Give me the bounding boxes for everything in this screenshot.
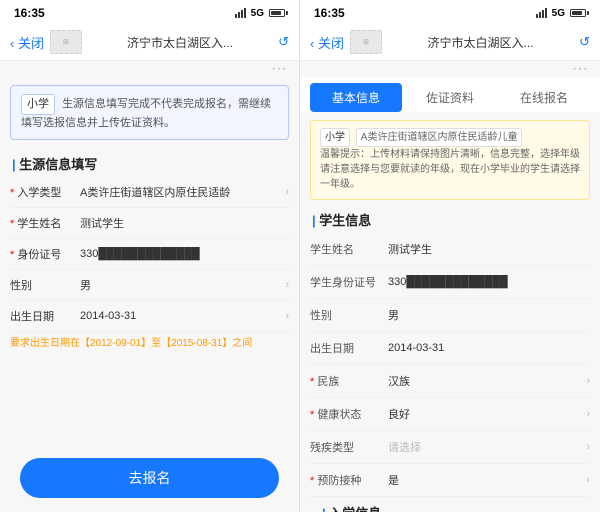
right-status-icons: 5G — [536, 8, 586, 19]
right-row-ethnicity[interactable]: 民族 汉族 › — [310, 365, 590, 398]
birthday-value: 2014-03-31 — [80, 310, 281, 322]
name-value: 测试学生 — [80, 215, 289, 231]
right-vaccine-label: 预防接种 — [310, 472, 388, 488]
entry-type-label: 入学类型 — [10, 184, 80, 200]
right-row-birthday: 出生日期 2014-03-31 — [310, 332, 590, 365]
right-ethnicity-value: 汉族 — [388, 373, 582, 389]
right-nav-bar: ‹ 关闭 ⊞ 济宁市太白湖区入... ↺ — [300, 24, 600, 61]
right-row-id: 学生身份证号 330█████████████ — [310, 266, 590, 299]
right-vaccine-value: 是 — [388, 472, 582, 488]
right-birthday-value: 2014-03-31 — [388, 342, 590, 354]
right-status-bar: 16:35 5G — [300, 0, 600, 24]
left-nav-thumb: ⊞ — [50, 30, 82, 54]
right-network-type: 5G — [552, 8, 565, 19]
tab-basic-info[interactable]: 基本信息 — [310, 83, 402, 112]
right-section-title2: 入学信息 — [310, 497, 590, 512]
form-row-gender[interactable]: 性别 男 › — [10, 270, 289, 301]
right-more-dots[interactable]: ··· — [300, 61, 600, 77]
date-hint: 要求出生日期在【2012-09-01】至【2015-08-31】之间 — [10, 332, 289, 355]
right-id-label: 学生身份证号 — [310, 274, 388, 290]
form-row-birthday[interactable]: 出生日期 2014-03-31 › — [10, 301, 289, 332]
right-row-name: 学生姓名 测试学生 — [310, 233, 590, 266]
left-panel: 16:35 5G ‹ 关闭 ⊞ 济宁市太白湖区入... ↺ ··· 小学 生源信… — [0, 0, 300, 512]
left-back-button[interactable]: ‹ 关闭 — [10, 33, 44, 52]
right-row-gender: 性别 男 — [310, 299, 590, 332]
network-type: 5G — [251, 8, 264, 19]
right-disability-arrow: › — [586, 441, 590, 453]
right-warning-box: 小学 A类许庄街道辖区内原住民适龄儿童 温馨提示：上传材料请保持图片清晰，信息完… — [310, 120, 590, 200]
right-battery-icon — [570, 9, 586, 17]
entry-type-value: A类许庄街道辖区内原住民适龄 — [80, 184, 281, 200]
left-status-bar: 16:35 5G — [0, 0, 299, 24]
right-disability-value: 请选择 — [388, 439, 582, 455]
birthday-label: 出生日期 — [10, 308, 80, 324]
right-ethnicity-arrow: › — [586, 375, 590, 387]
name-label: 学生姓名 — [10, 215, 80, 231]
right-school-type: A类许庄街道辖区内原住民适龄儿童 — [356, 128, 523, 147]
right-row-health[interactable]: 健康状态 良好 › — [310, 398, 590, 431]
left-status-icons: 5G — [235, 8, 285, 19]
left-alert-box: 小学 生源信息填写完成不代表完成报名，需继续填写选报信息并上传佐证资料。 — [10, 85, 289, 140]
right-form: 学生姓名 测试学生 学生身份证号 330█████████████ 性别 男 出… — [300, 233, 600, 512]
id-value: 330█████████████ — [80, 248, 289, 260]
right-disability-label: 残疾类型 — [310, 439, 388, 455]
right-nav-title: 济宁市太白湖区入... — [388, 34, 573, 51]
left-form: 入学类型 A类许庄街道辖区内原住民适龄 › 学生姓名 测试学生 身份证号 330… — [0, 177, 299, 448]
gender-arrow: › — [285, 279, 289, 291]
right-health-label: 健康状态 — [310, 406, 388, 422]
right-row-vaccine[interactable]: 预防接种 是 › — [310, 464, 590, 497]
gender-value: 男 — [80, 277, 281, 293]
form-row-id: 身份证号 330█████████████ — [10, 239, 289, 270]
left-alert-text: 生源信息填写完成不代表完成报名，需继续填写选报信息并上传佐证资料。 — [21, 98, 271, 129]
right-gender-value: 男 — [388, 307, 590, 323]
left-more-dots[interactable]: ··· — [0, 61, 299, 77]
left-refresh-button[interactable]: ↺ — [278, 34, 289, 50]
right-row-disability[interactable]: 残疾类型 请选择 › — [310, 431, 590, 464]
right-warning-text: 温馨提示：上传材料请保持图片清晰，信息完整，选择年级请注意选择与您要就读的年级，… — [320, 149, 580, 190]
entry-type-arrow: › — [285, 186, 289, 198]
register-button[interactable]: 去报名 — [20, 458, 279, 498]
tab-online-registration[interactable]: 在线报名 — [498, 83, 590, 112]
left-time: 16:35 — [14, 6, 45, 20]
gender-label: 性别 — [10, 277, 80, 293]
left-school-tag: 小学 — [21, 94, 55, 115]
right-gender-label: 性别 — [310, 307, 388, 323]
right-time: 16:35 — [314, 6, 345, 20]
right-name-value: 测试学生 — [388, 241, 590, 257]
right-ethnicity-label: 民族 — [310, 373, 388, 389]
form-row-entry-type[interactable]: 入学类型 A类许庄街道辖区内原住民适龄 › — [10, 177, 289, 208]
right-vaccine-arrow: › — [586, 474, 590, 486]
right-health-arrow: › — [586, 408, 590, 420]
right-nav-thumb: ⊞ — [350, 30, 382, 54]
form-row-name: 学生姓名 测试学生 — [10, 208, 289, 239]
left-nav-bar: ‹ 关闭 ⊞ 济宁市太白湖区入... ↺ — [0, 24, 299, 61]
tab-bar: 基本信息 佐证资料 在线报名 — [300, 77, 600, 112]
left-nav-title: 济宁市太白湖区入... — [88, 34, 272, 51]
tab-supporting-docs[interactable]: 佐证资料 — [404, 83, 496, 112]
right-school-tag: 小学 — [320, 128, 350, 147]
right-birthday-label: 出生日期 — [310, 340, 388, 356]
right-name-label: 学生姓名 — [310, 241, 388, 257]
signal-icon — [235, 8, 246, 18]
id-label: 身份证号 — [10, 246, 80, 262]
left-section-title: 生源信息填写 — [0, 148, 299, 177]
right-back-button[interactable]: ‹ 关闭 — [310, 33, 344, 52]
right-refresh-button[interactable]: ↺ — [579, 34, 590, 50]
battery-icon — [269, 9, 285, 17]
right-signal-icon — [536, 8, 547, 18]
birthday-arrow: › — [285, 310, 289, 322]
right-health-value: 良好 — [388, 406, 582, 422]
right-id-value: 330█████████████ — [388, 276, 590, 288]
right-panel: 16:35 5G ‹ 关闭 ⊞ 济宁市太白湖区入... ↺ ··· 基本信息 佐… — [300, 0, 600, 512]
right-section-title: 学生信息 — [300, 204, 600, 233]
